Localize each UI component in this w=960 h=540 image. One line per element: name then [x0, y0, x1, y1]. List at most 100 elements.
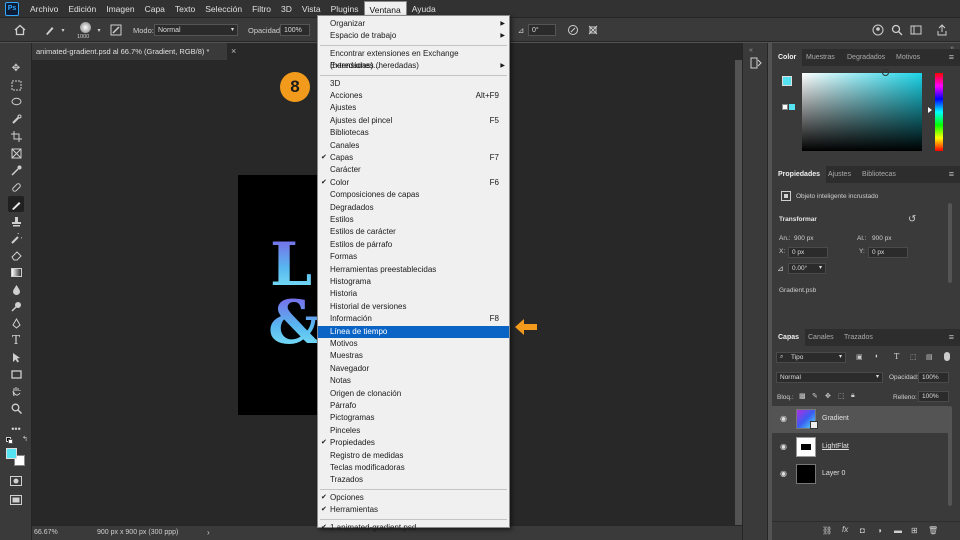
menu-item-informacion[interactable]: Información F8 [318, 313, 509, 325]
gradient-tool-icon[interactable] [8, 264, 24, 280]
brush-tool-icon[interactable] [8, 196, 24, 212]
fx-icon[interactable]: fx [842, 525, 848, 534]
mode-select[interactable]: Normal ▾ [154, 24, 238, 36]
dodge-tool-icon[interactable] [8, 298, 24, 314]
user-icon[interactable] [871, 22, 885, 38]
menu-item-espacio-de-trabajo[interactable]: Espacio de trabajo ▶ [318, 30, 509, 42]
opacity-input[interactable]: 100% [280, 24, 310, 36]
menu-item-ajustes-del-pincel[interactable]: Ajustes del pincel F5 [318, 115, 509, 127]
tab-ajustes[interactable]: Ajustes [822, 166, 857, 183]
menu-item-canales[interactable]: Canales [318, 140, 509, 152]
zoom-tool-icon[interactable] [8, 400, 24, 416]
search-icon[interactable] [890, 22, 904, 38]
menu-item-linea-de-tiempo[interactable]: Línea de tiempo [318, 325, 509, 338]
quick-selection-tool-icon[interactable] [8, 111, 24, 127]
history-brush-tool-icon[interactable] [8, 230, 24, 246]
tab-muestras[interactable]: Muestras [800, 49, 841, 66]
share-icon[interactable] [934, 22, 950, 38]
collapse-arrows-icon[interactable]: « [749, 47, 753, 54]
chevron-down-icon[interactable]: ▾ [59, 22, 67, 38]
pixel-filter-icon[interactable]: ▣ [856, 353, 863, 361]
move-tool-icon[interactable]: ✥ [8, 60, 24, 76]
eyedropper-tool-icon[interactable] [8, 162, 24, 178]
layer-row[interactable]: ◉ Layer 0 [772, 461, 948, 488]
menu-item-capas[interactable]: ✔ Capas F7 [318, 152, 509, 164]
layer-opacity-input[interactable]: 100% [918, 372, 949, 383]
hue-slider-arrow-icon[interactable] [928, 107, 932, 113]
zoom-level[interactable]: 66.67% [34, 529, 58, 536]
tab-degradados[interactable]: Degradados [841, 49, 891, 66]
adjustment-filter-icon[interactable]: ◐ [875, 353, 879, 360]
default-colors-icon[interactable] [6, 437, 13, 444]
mini-swatch-white[interactable] [782, 104, 788, 110]
foreground-color-swatch[interactable] [6, 448, 17, 459]
frame-tool-icon[interactable] [8, 145, 24, 161]
layer-row[interactable]: ◉ LightFlat [772, 434, 948, 461]
layer-row[interactable]: ◉ Gradient [772, 406, 948, 433]
color-picker-field[interactable] [802, 73, 922, 151]
menu-item-caracter[interactable]: Carácter [318, 164, 509, 176]
menu-item-propiedades[interactable]: ✔ Propiedades [318, 437, 509, 449]
type-filter-icon[interactable]: T [894, 352, 899, 361]
layer-filter-select[interactable]: ⌕ Tipo ▾ [776, 352, 846, 363]
menu-item-estilos[interactable]: Estilos [318, 214, 509, 226]
quick-mask-icon[interactable] [8, 473, 24, 489]
properties-scrollbar[interactable] [948, 203, 952, 283]
panel-menu-icon[interactable]: ≡ [949, 169, 954, 179]
menu-item-1-animated-gradient-psd[interactable]: ✔ 1 animated-gradient.psd [318, 522, 509, 534]
angle-input[interactable]: 0.00° ▾ [788, 263, 826, 274]
rectangle-tool-icon[interactable] [8, 366, 24, 382]
panel-menu-icon[interactable]: ≡ [949, 52, 954, 62]
tab-canales[interactable]: Canales [802, 329, 840, 346]
link-layers-icon[interactable]: ⛓ [822, 526, 832, 535]
clone-stamp-tool-icon[interactable] [8, 213, 24, 229]
pressure-icon[interactable] [566, 22, 580, 38]
menu-item-estilos-de-caracter[interactable]: Estilos de carácter [318, 226, 509, 238]
hand-tool-icon[interactable] [8, 383, 24, 399]
pen-tool-icon[interactable] [8, 315, 24, 331]
new-group-icon[interactable]: ▬ [894, 526, 902, 535]
menu-item-muestras[interactable]: Muestras [318, 350, 509, 362]
angle-input[interactable]: 0° [528, 24, 556, 36]
blend-mode-select[interactable]: Normal ▾ [776, 372, 883, 383]
menu-archivo[interactable]: Archivo [25, 1, 63, 17]
menu-item-motivos[interactable]: Motivos [318, 338, 509, 350]
lock-artboard-icon[interactable]: ⬚ [838, 392, 845, 400]
blur-tool-icon[interactable] [8, 281, 24, 297]
close-icon[interactable]: × [231, 43, 236, 60]
lock-transparency-icon[interactable]: ▩ [799, 392, 806, 400]
history-panel-icon[interactable] [750, 57, 762, 69]
healing-brush-tool-icon[interactable] [8, 179, 24, 195]
shape-filter-icon[interactable]: ⬚ [910, 353, 917, 361]
visibility-eye-icon[interactable]: ◉ [780, 442, 790, 452]
fill-input[interactable]: 100% [918, 391, 949, 402]
menu-item-estilos-de-parrafo[interactable]: Estilos de párrafo [318, 239, 509, 251]
home-icon[interactable] [12, 22, 28, 38]
smart-object-filter-icon[interactable]: ▤ [926, 353, 933, 361]
menu-item-formas[interactable]: Formas [318, 251, 509, 263]
panel-menu-icon[interactable]: ≡ [949, 332, 954, 342]
lock-pixels-icon[interactable]: ✎ [812, 392, 818, 400]
path-selection-tool-icon[interactable] [8, 349, 24, 365]
menu-item-bibliotecas[interactable]: Bibliotecas [318, 127, 509, 139]
menu-item-herramientas-preestablecidas[interactable]: Herramientas preestablecidas [318, 264, 509, 276]
menu-item-notas[interactable]: Notas [318, 375, 509, 387]
menu-item-encontrar-extensiones-en-exchange-heredadas[interactable]: Encontrar extensiones en Exchange (hered… [318, 48, 509, 70]
visibility-eye-icon[interactable]: ◉ [780, 414, 790, 424]
menu-item-composiciones-de-capas[interactable]: Composiciones de capas [318, 189, 509, 201]
menu-item-pinceles[interactable]: Pinceles [318, 425, 509, 437]
brush-settings-icon[interactable] [109, 22, 123, 38]
delete-layer-icon[interactable]: 🗑︎ [928, 526, 938, 535]
menu-item-teclas-modificadoras[interactable]: Teclas modificadoras [318, 462, 509, 474]
menu-item-ajustes[interactable]: Ajustes [318, 102, 509, 114]
workspace-icon[interactable] [909, 22, 923, 38]
mini-swatch-cyan[interactable] [789, 104, 795, 110]
menu-item-extensiones-heredadas[interactable]: Extensiones (heredadas) ▶ [318, 60, 509, 72]
document-tab[interactable]: animated-gradient.psd al 66.7% (Gradient… [32, 43, 227, 60]
chevron-right-icon[interactable]: › [207, 528, 210, 537]
y-input[interactable]: 0 px [868, 247, 908, 258]
lock-all-icon[interactable]: 🔒︎ [851, 392, 855, 400]
foreground-color-swatch[interactable] [782, 76, 792, 86]
add-mask-icon[interactable]: ◘ [860, 526, 865, 535]
menu-item-parrafo[interactable]: Párrafo [318, 400, 509, 412]
